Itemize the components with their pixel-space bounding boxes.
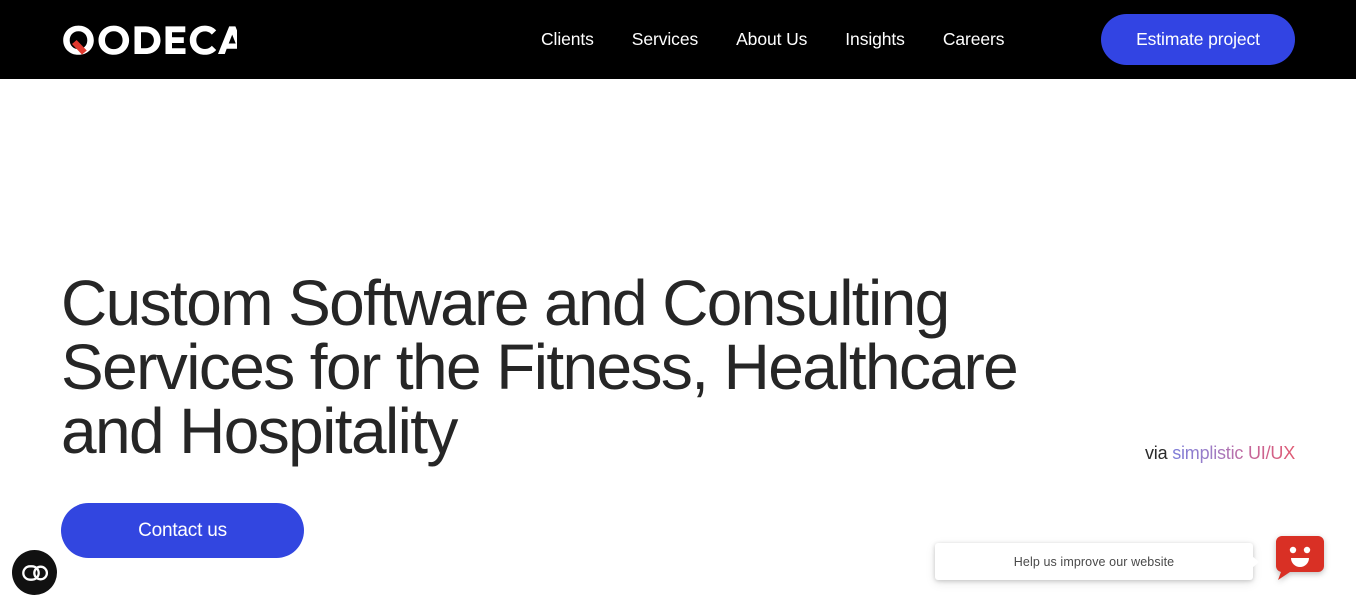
nav-item-clients[interactable]: Clients xyxy=(541,21,594,58)
via-prefix: via xyxy=(1144,443,1173,463)
simplistic-uiux-link[interactable]: simplistic UI/UX xyxy=(1172,443,1295,463)
nav-item-insights[interactable]: Insights xyxy=(845,21,905,58)
feedback-smiley-button[interactable] xyxy=(1275,536,1324,580)
nav-item-careers[interactable]: Careers xyxy=(943,21,1005,58)
via-credit: via simplistic UI/UX xyxy=(1145,443,1295,464)
site-header: Clients Services About Us Insights Caree… xyxy=(0,0,1356,79)
hero-section: Custom Software and Consulting Services … xyxy=(0,79,1356,607)
main-navigation: Clients Services About Us Insights Caree… xyxy=(541,0,1004,79)
estimate-project-button[interactable]: Estimate project xyxy=(1101,14,1295,65)
page-title: Custom Software and Consulting Services … xyxy=(61,267,1019,467)
brand-logo-link[interactable] xyxy=(61,24,237,56)
feedback-tooltip[interactable]: Help us improve our website xyxy=(935,543,1259,580)
feedback-tooltip-label: Help us improve our website xyxy=(1013,554,1175,569)
accessibility-widget-button[interactable] xyxy=(12,550,57,595)
accessibility-toggle-icon xyxy=(21,564,48,581)
qodeca-logo-icon xyxy=(63,25,237,55)
nav-item-about-us[interactable]: About Us xyxy=(736,21,807,58)
nav-item-services[interactable]: Services xyxy=(632,21,698,58)
smiley-face-icon xyxy=(1275,536,1324,580)
contact-us-button[interactable]: Contact us xyxy=(61,503,304,558)
